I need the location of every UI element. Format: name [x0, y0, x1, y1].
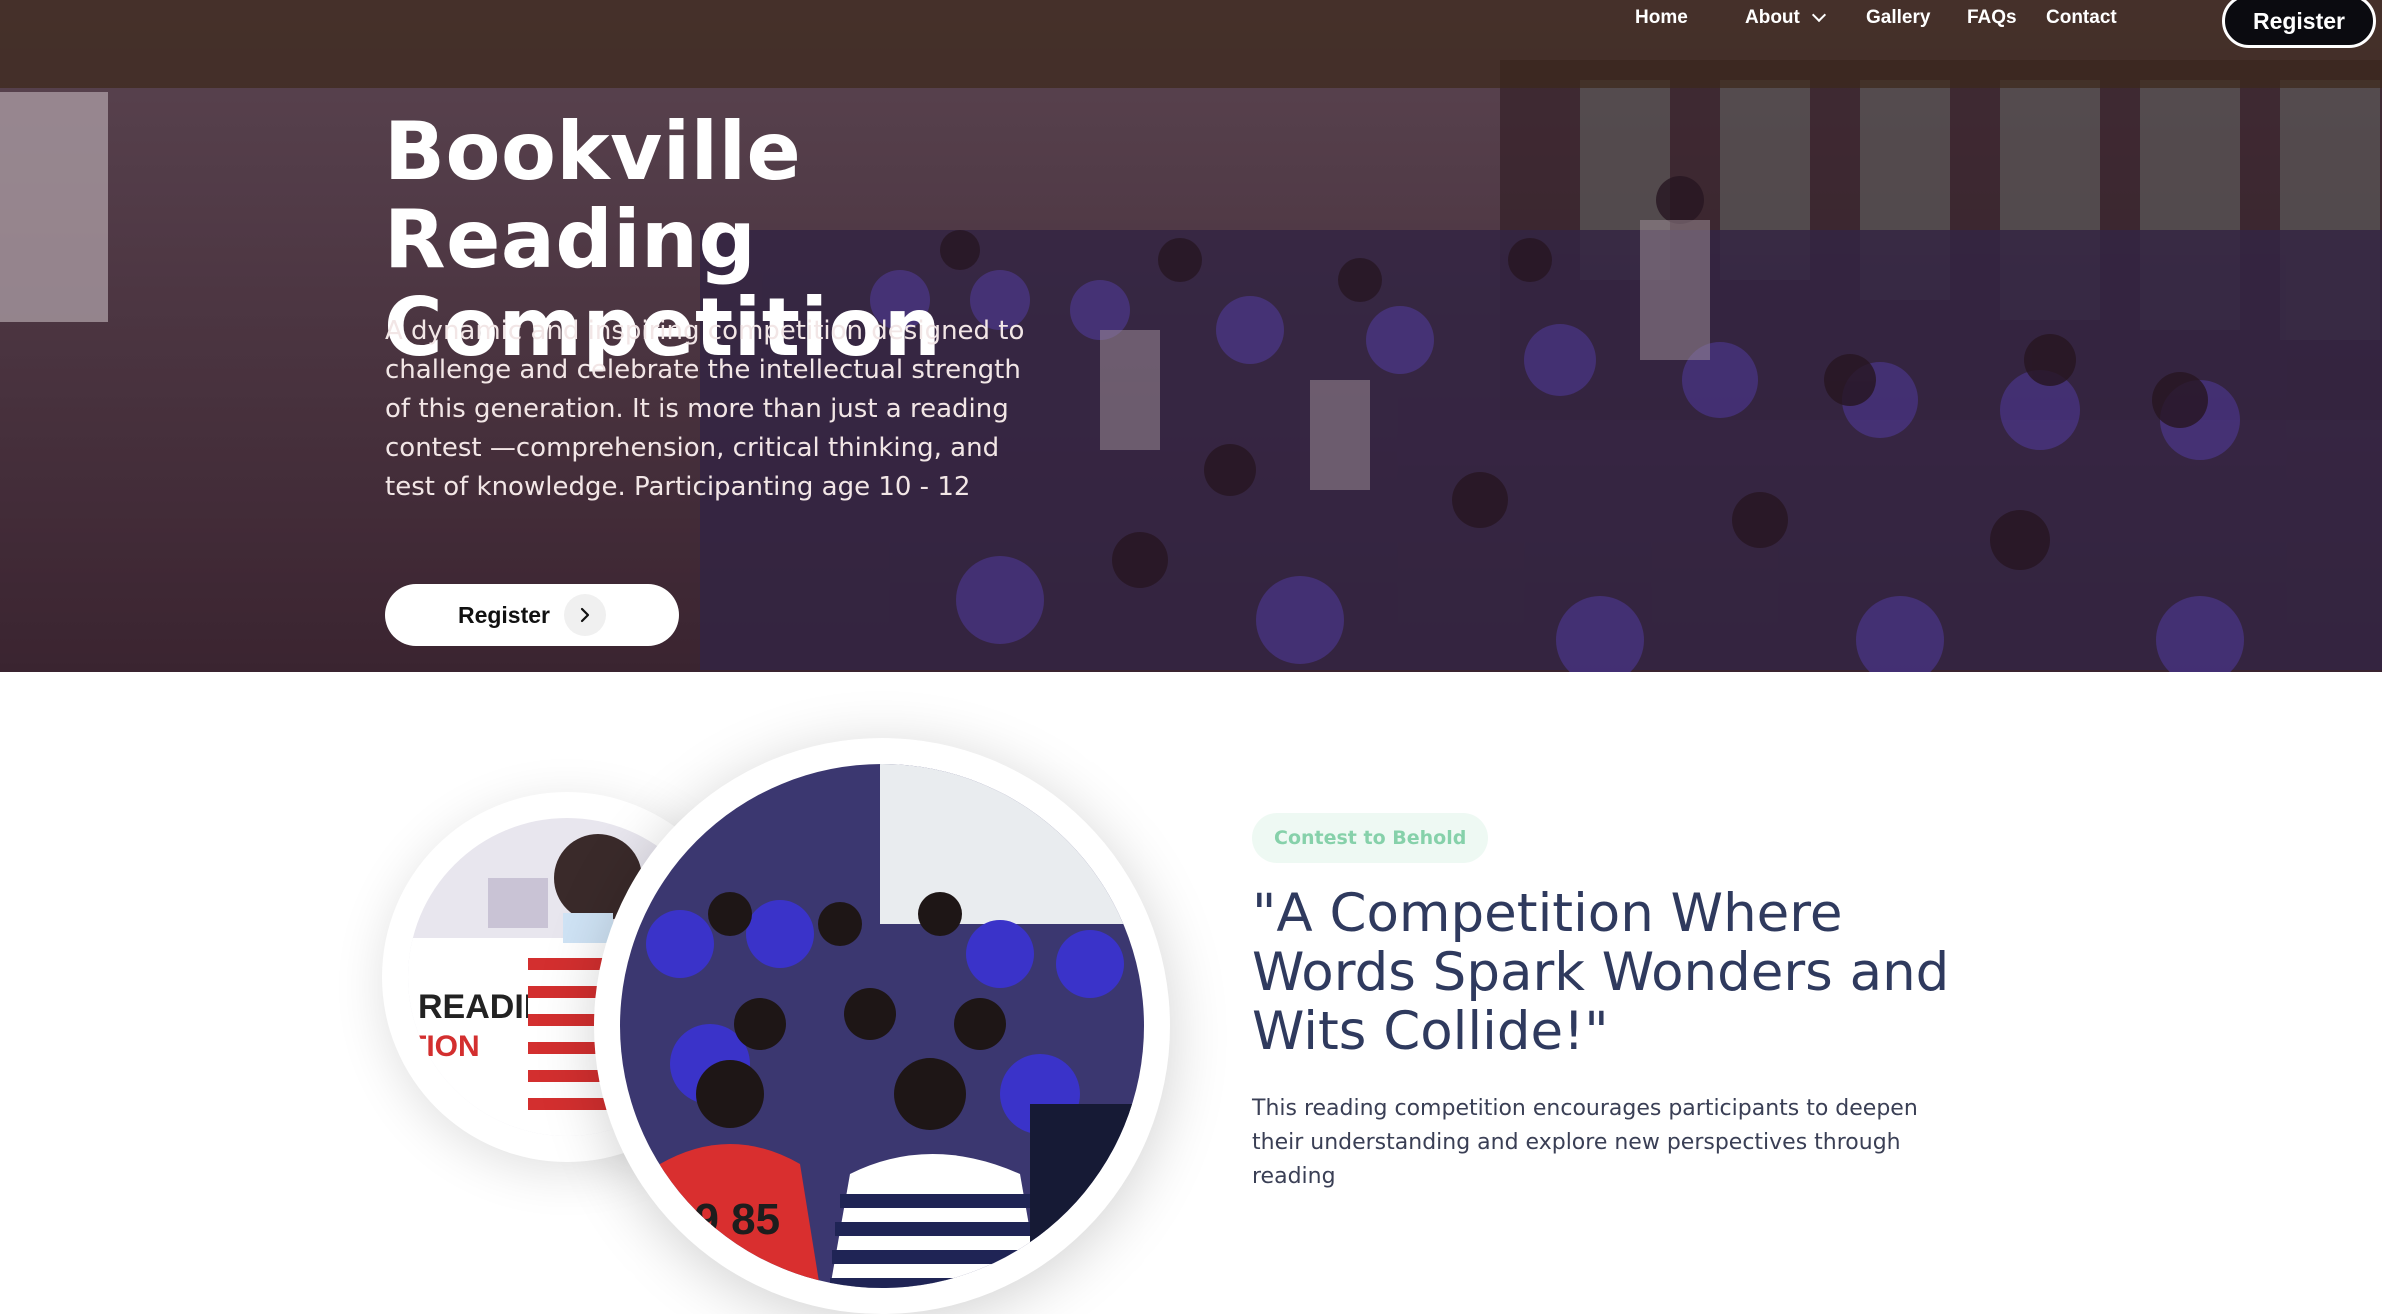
nav-home[interactable]: Home: [1635, 7, 1688, 29]
children-reading-photo: 19 85: [620, 764, 1144, 1288]
svg-text:19 85: 19 85: [670, 1195, 780, 1244]
nav-gallery[interactable]: Gallery: [1866, 7, 1930, 29]
svg-text:TION: TION: [408, 1030, 480, 1063]
nav-about-label: About: [1745, 7, 1800, 28]
nav-about[interactable]: About: [1745, 7, 1826, 29]
large-photo-circle: 19 85: [594, 738, 1170, 1314]
hero-register-label: Register: [457, 601, 551, 628]
section-heading: "A Competition Where Words Spark Wonders…: [1252, 883, 1950, 1062]
nav-faqs[interactable]: FAQs: [1967, 7, 2017, 29]
hero-description: A dynamic and inspiring competition desi…: [385, 316, 1025, 502]
top-navbar: Home About Gallery FAQs Contact: [0, 0, 2382, 88]
hero-section: Bookville Reading Competition A dynamic …: [0, 0, 2382, 672]
nav-register-button[interactable]: Register: [2222, 0, 2376, 48]
chevron-right-icon: [564, 594, 607, 636]
section-badge: Contest to Behold: [1252, 813, 1489, 863]
hero-register-button[interactable]: Register: [385, 584, 679, 646]
nav-contact[interactable]: Contact: [2046, 7, 2117, 29]
section-text: This reading competition encourages part…: [1252, 1096, 1918, 1189]
chevron-down-icon: [1811, 7, 1826, 23]
hero-overlay: [0, 0, 2382, 672]
